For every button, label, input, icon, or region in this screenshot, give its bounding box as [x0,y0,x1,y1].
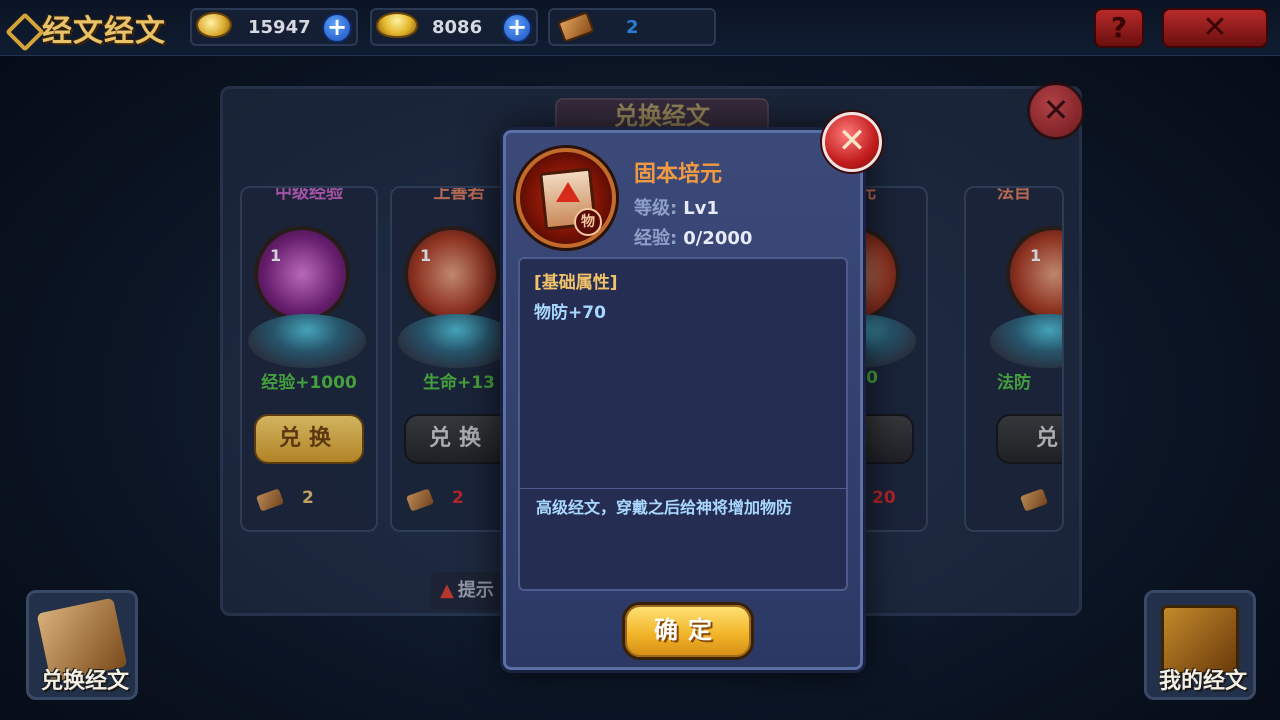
card-name: 中级经验 [275,186,343,203]
scroll-cost-icon [1019,488,1049,512]
copper-coin-icon [196,12,236,42]
exchange-card: 中级经验 1 经验+1000 兑换 2 [240,186,378,532]
copper-value: 15947 [248,17,311,38]
page-title-group: 经文经文 [6,8,166,49]
confirm-button[interactable]: 确定 [622,602,754,660]
gold-value: 8086 [432,17,483,38]
card-item-icon[interactable] [254,226,350,322]
scroll-cost-icon [255,488,285,512]
divider [520,488,846,489]
item-exp-row: 经验: 0/2000 [634,224,752,250]
exchange-button[interactable]: 兑 [996,414,1062,464]
scroll-value: 2 [626,17,639,38]
warning-icon: ▲ [440,580,454,601]
scroll-icon [557,11,600,46]
exchange-button[interactable]: 兑换 [254,414,364,464]
hint-text: 提示 [457,580,494,601]
exchange-scripture-label: 兑换经文 [40,669,129,694]
level-label: 等级: [634,198,678,219]
add-copper-button[interactable]: + [322,13,352,43]
pedestal [398,314,516,368]
card-stat: 法防 [997,373,1031,393]
scroll-cost-icon [405,488,435,512]
page-title: 经文经文 [42,14,166,49]
top-bar: 经文经文 15947 + 8086 + 2 ? ✕ [0,0,1280,56]
exchange-button[interactable]: 兑换 [404,414,514,464]
card-item-icon[interactable] [404,226,500,322]
card-stat: 经验+1000 [261,373,357,393]
pedestal [990,314,1062,368]
item-seal: 物 [574,208,602,236]
triangle-emblem-icon [556,182,580,202]
pedestal [248,314,366,368]
scroll-counter: 2 [548,8,716,46]
card-cost: 20 [872,488,896,508]
copper-counter: 15947 + [190,8,358,46]
card-level: 1 [420,246,432,265]
exchange-card: 法目 1 法防 兑 [964,186,1064,532]
card-item-icon[interactable] [1006,226,1062,322]
item-level-row: 等级: Lv1 [634,194,719,220]
add-gold-button[interactable]: + [502,13,532,43]
my-scripture-button[interactable]: 我的经文 [1144,590,1256,700]
item-name: 固本培元 [634,162,723,187]
item-description: 高级经文，穿戴之后给神将增加物防 [536,498,793,517]
exchange-panel-title: 兑换经文 [555,98,769,134]
close-page-button[interactable]: ✕ [1162,8,1268,48]
card-level: 1 [270,246,282,265]
modal-close-button[interactable]: ✕ [822,112,882,172]
card-name: 法目 [997,186,1031,203]
exp-label: 经验: [634,228,678,249]
help-button[interactable]: ? [1094,8,1144,48]
gold-ingot-icon [376,12,418,42]
exchange-scripture-button[interactable]: 兑换经文 [26,590,138,700]
exchange-panel-close-button[interactable]: ✕ [1027,82,1085,140]
level-value: Lv1 [683,198,719,219]
attribute-value: 物防+70 [534,303,606,323]
card-cost: 2 [302,488,314,508]
exp-value: 0/2000 [683,228,753,249]
gold-counter: 8086 + [370,8,538,46]
hint-banner: ▲ 提示 [430,572,510,610]
diamond-icon [6,13,36,43]
attribute-heading: [基础属性] [534,273,618,293]
card-cost: 2 [452,488,464,508]
my-scripture-label: 我的经文 [1158,669,1247,694]
card-level: 1 [1030,246,1042,265]
item-icon: 物 [516,148,616,248]
